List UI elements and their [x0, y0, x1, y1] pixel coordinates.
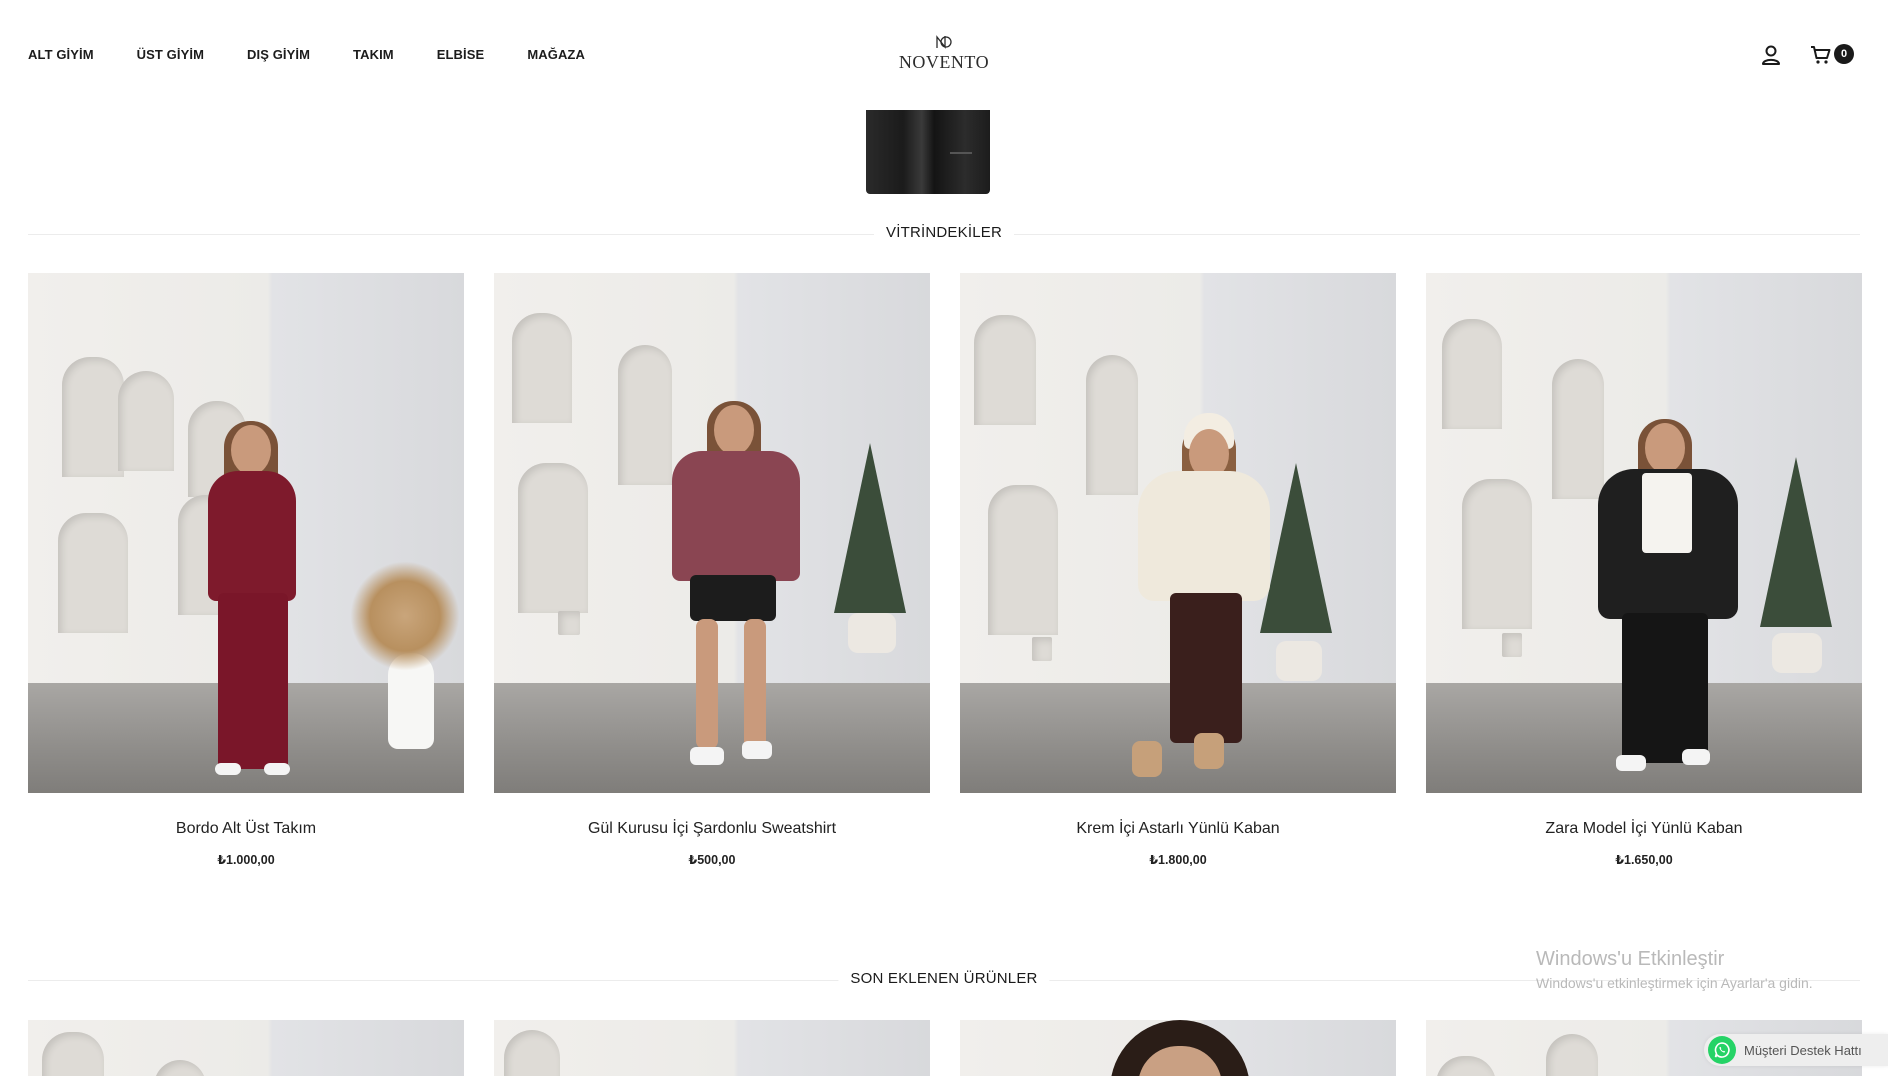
product-price: ₺1.000,00: [217, 853, 275, 867]
product-image[interactable]: [494, 273, 930, 793]
logo-text: NOVENTO: [898, 52, 990, 72]
product-image[interactable]: [960, 1020, 1396, 1076]
featured-product-grid: Bordo Alt Üst Takım ₺1.000,00 Gül Kurusu…: [28, 273, 1862, 867]
nav-takim[interactable]: TAKIM: [353, 47, 394, 62]
site-header: ALT GİYİM ÜST GİYİM DIŞ GİYİM TAKIM ELBİ…: [0, 0, 1888, 110]
recent-product-grid: [28, 1020, 1862, 1076]
featured-section-title: VİTRİNDEKİLER: [874, 224, 1014, 241]
cart-count-badge: 0: [1834, 44, 1854, 64]
product-price: ₺1.800,00: [1149, 853, 1207, 867]
slider-indicator[interactable]: [950, 152, 972, 154]
product-title[interactable]: Gül Kurusu İçi Şardonlu Sweatshirt: [494, 820, 930, 838]
nav-elbise[interactable]: ELBİSE: [437, 47, 485, 62]
main-nav: ALT GİYİM ÜST GİYİM DIŞ GİYİM TAKIM ELBİ…: [28, 47, 628, 62]
cart-button[interactable]: 0: [1810, 42, 1856, 68]
product-image[interactable]: [1426, 273, 1862, 793]
header-actions: 0: [1758, 42, 1856, 68]
product-card[interactable]: Gül Kurusu İçi Şardonlu Sweatshirt ₺500,…: [494, 273, 930, 867]
support-label: Müşteri Destek Hattı: [1744, 1042, 1862, 1058]
windows-activation-title: Windows'u Etkinleştir: [1536, 948, 1725, 970]
product-card[interactable]: Krem İçi Astarlı Yünlü Kaban ₺1.800,00: [960, 273, 1396, 867]
windows-activation-watermark: Windows'u Etkinleştir Windows'u etkinleş…: [1536, 948, 1813, 991]
cart-icon: [1811, 46, 1831, 64]
logo-mark-icon: [936, 35, 952, 49]
product-price: ₺500,00: [688, 853, 736, 867]
product-card[interactable]: [28, 1020, 464, 1076]
product-card[interactable]: Bordo Alt Üst Takım ₺1.000,00: [28, 273, 464, 867]
whatsapp-icon: [1708, 1036, 1736, 1064]
product-card[interactable]: [494, 1020, 930, 1076]
banner-image[interactable]: [866, 110, 990, 194]
product-image[interactable]: [28, 1020, 464, 1076]
user-icon: [1762, 45, 1780, 65]
product-title[interactable]: Zara Model İçi Yünlü Kaban: [1426, 820, 1862, 838]
product-title[interactable]: Bordo Alt Üst Takım: [28, 820, 464, 838]
featured-section-heading: VİTRİNDEKİLER: [28, 224, 1860, 244]
product-card[interactable]: [960, 1020, 1396, 1076]
recent-section-title: SON EKLENEN ÜRÜNLER: [838, 970, 1050, 987]
support-chat-button[interactable]: Müşteri Destek Hattı: [1704, 1034, 1888, 1066]
account-button[interactable]: [1758, 42, 1784, 68]
nav-ust-giyim[interactable]: ÜST GİYİM: [137, 47, 204, 62]
nav-alt-giyim[interactable]: ALT GİYİM: [28, 47, 94, 62]
windows-activation-subtitle: Windows'u etkinleştirmek için Ayarlar'a …: [1536, 975, 1813, 991]
product-image[interactable]: [28, 273, 464, 793]
product-card[interactable]: Zara Model İçi Yünlü Kaban ₺1.650,00: [1426, 273, 1862, 867]
nav-magaza[interactable]: MAĞAZA: [527, 47, 585, 62]
product-image[interactable]: [960, 273, 1396, 793]
product-title[interactable]: Krem İçi Astarlı Yünlü Kaban: [960, 820, 1396, 838]
product-image[interactable]: [494, 1020, 930, 1076]
nav-dis-giyim[interactable]: DIŞ GİYİM: [247, 47, 310, 62]
product-price: ₺1.650,00: [1615, 853, 1673, 867]
site-logo[interactable]: NOVENTO: [898, 34, 990, 73]
